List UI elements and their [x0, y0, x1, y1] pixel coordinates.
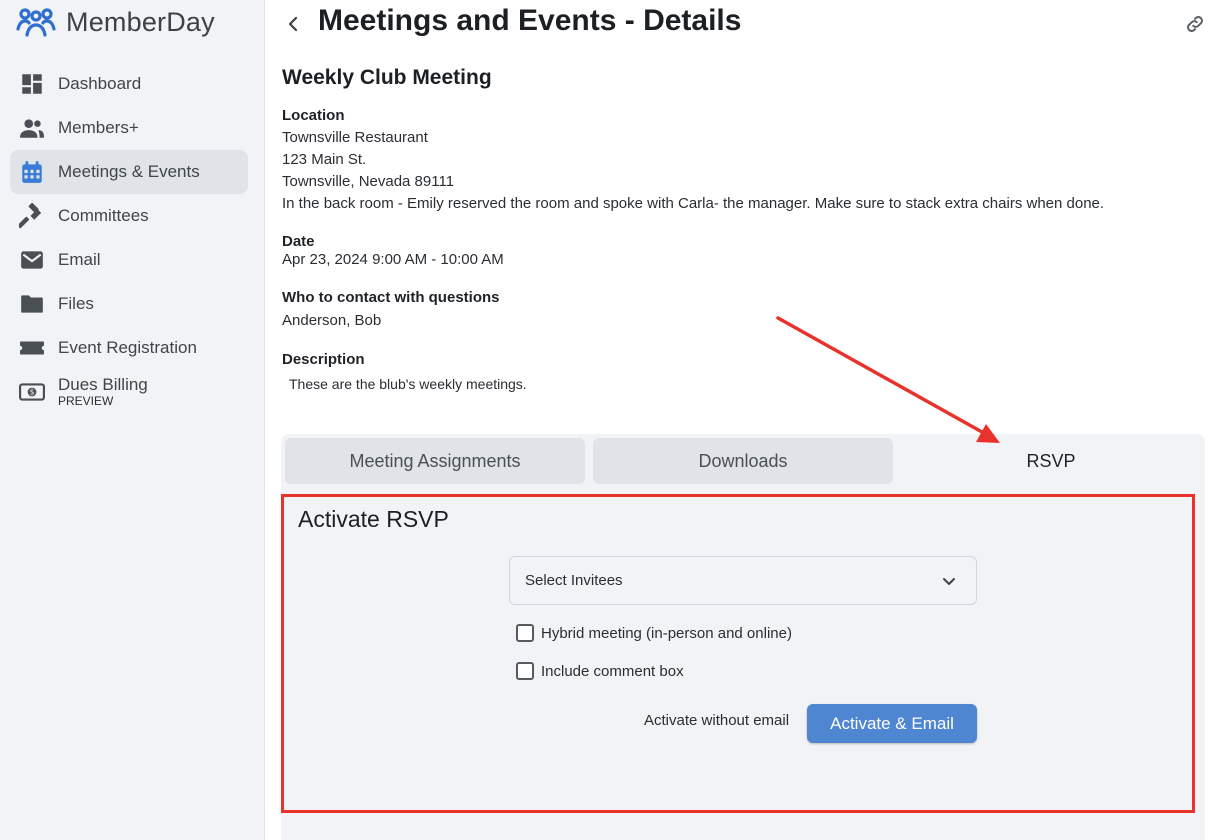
hybrid-meeting-checkbox[interactable] [516, 624, 534, 642]
sidebar-item-meetings-events[interactable]: Meetings & Events [10, 150, 248, 194]
brand-name: MemberDay [66, 6, 215, 37]
calendar-icon [18, 158, 46, 186]
sidebar-item-label: Files [58, 294, 94, 313]
tab-rsvp[interactable]: RSVP [901, 438, 1201, 484]
sidebar-item-files[interactable]: Files [10, 282, 248, 326]
sidebar-item-label: Dashboard [58, 74, 142, 93]
sidebar: MemberDay Dashboard Members+ Meetings & … [0, 0, 265, 840]
page-title: Meetings and Events - Details [318, 4, 742, 37]
location-line: Townsville Restaurant [282, 129, 428, 146]
sidebar-item-label: Event Registration [58, 338, 197, 357]
sidebar-item-label: Committees [58, 206, 149, 225]
ticket-icon [18, 334, 46, 362]
people-group-icon [16, 8, 56, 37]
mail-icon [18, 246, 46, 274]
sidebar-item-label: Email [58, 250, 101, 269]
comment-box-option[interactable]: Include comment box [516, 662, 684, 680]
sidebar-item-committees[interactable]: Committees [10, 194, 248, 238]
hybrid-meeting-option[interactable]: Hybrid meeting (in-person and online) [516, 624, 792, 642]
back-button[interactable] [283, 12, 303, 36]
comment-box-label: Include comment box [541, 662, 684, 680]
description-label: Description [282, 351, 365, 368]
rsvp-panel-title: Activate RSVP [298, 506, 449, 532]
people-icon [18, 114, 46, 142]
sidebar-item-label: Members+ [58, 118, 139, 137]
sidebar-item-email[interactable]: Email [10, 238, 248, 282]
activate-email-button[interactable]: Activate & Email [807, 704, 977, 743]
comment-box-checkbox[interactable] [516, 662, 534, 680]
copy-link-button[interactable] [1182, 12, 1208, 36]
chevron-left-icon [288, 16, 298, 32]
svg-text:$: $ [30, 388, 35, 397]
dashboard-icon [18, 70, 46, 98]
tab-downloads[interactable]: Downloads [593, 438, 893, 484]
chevron-down-icon [943, 578, 955, 585]
money-icon: $ [18, 378, 46, 406]
tab-meeting-assignments[interactable]: Meeting Assignments [285, 438, 585, 484]
sidebar-item-dues-billing[interactable]: $ Dues Billing PREVIEW [10, 370, 248, 414]
contact-value: Anderson, Bob [282, 312, 382, 329]
brand-logo[interactable]: MemberDay [16, 6, 215, 38]
hybrid-meeting-label: Hybrid meeting (in-person and online) [541, 624, 792, 642]
contact-label: Who to contact with questions [282, 289, 500, 306]
preview-badge: PREVIEW [58, 394, 114, 409]
location-label: Location [282, 107, 345, 124]
location-line: Townsville, Nevada 89111 [282, 173, 455, 190]
location-line: In the back room - Emily reserved the ro… [282, 195, 1105, 212]
select-invitees-placeholder: Select Invitees [525, 572, 623, 589]
rsvp-panel-highlight [281, 494, 1195, 813]
sidebar-nav: Dashboard Members+ Meetings & Events Com… [10, 62, 248, 414]
activate-without-email-button[interactable]: Activate without email [644, 712, 789, 729]
gavel-icon [18, 202, 46, 230]
event-title: Weekly Club Meeting [282, 66, 492, 89]
sidebar-item-label: Meetings & Events [58, 162, 200, 181]
description-value: These are the blub's weekly meetings. [289, 376, 527, 392]
sidebar-item-label-group: Dues Billing PREVIEW [58, 374, 148, 409]
date-value: Apr 23, 2024 9:00 AM - 10:00 AM [282, 251, 504, 268]
sidebar-item-event-registration[interactable]: Event Registration [10, 326, 248, 370]
link-icon [1187, 16, 1203, 32]
location-line: 123 Main St. [282, 151, 367, 168]
date-label: Date [282, 233, 315, 250]
sidebar-item-members[interactable]: Members+ [10, 106, 248, 150]
sidebar-item-label: Dues Billing [58, 374, 148, 394]
sidebar-item-dashboard[interactable]: Dashboard [10, 62, 248, 106]
select-invitees-dropdown[interactable]: Select Invitees [509, 556, 977, 605]
folder-icon [18, 290, 46, 318]
